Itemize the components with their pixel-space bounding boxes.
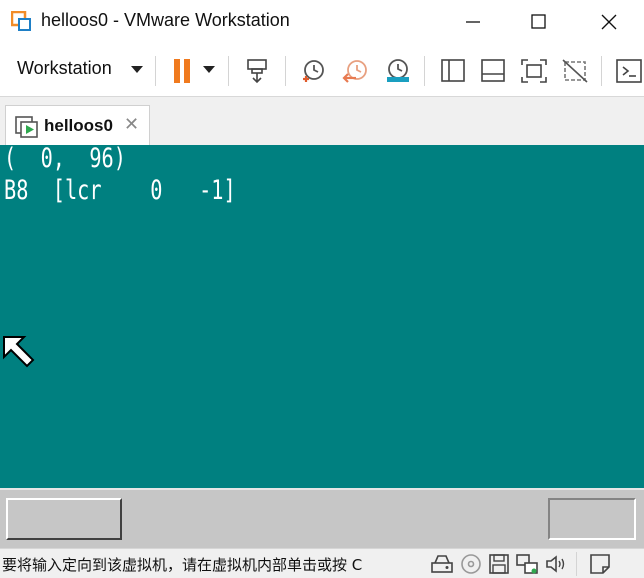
unity-icon	[562, 59, 588, 83]
pause-icon	[174, 59, 190, 83]
hard-disk-icon[interactable]	[430, 552, 454, 576]
vmware-app-icon	[11, 11, 31, 31]
console-view-icon	[481, 59, 505, 82]
show-library-button[interactable]	[435, 54, 469, 86]
sidebar-toggle-icon	[441, 59, 465, 82]
console-button[interactable]	[610, 54, 644, 86]
toolbar-separator	[424, 56, 425, 86]
close-window-button[interactable]	[586, 0, 632, 44]
guest-button-left[interactable]	[6, 498, 122, 540]
maximize-button[interactable]	[516, 0, 562, 44]
maximize-icon	[531, 14, 546, 29]
minimize-button[interactable]	[450, 0, 496, 44]
toolbar-separator	[155, 56, 156, 86]
tab-close-icon[interactable]: ✕	[124, 114, 139, 135]
snapshot-take-icon	[303, 60, 324, 82]
unity-button[interactable]	[557, 54, 591, 86]
chevron-down-icon[interactable]	[131, 66, 143, 74]
mouse-cursor-icon	[3, 336, 35, 368]
fullscreen-icon	[521, 59, 547, 83]
vm-console-screen[interactable]: ( 0, 96) B8 [lcr 0 -1]	[0, 145, 644, 488]
workstation-menu[interactable]: Workstation	[17, 58, 112, 79]
guest-button-right[interactable]	[548, 498, 636, 540]
message-log-icon[interactable]	[588, 552, 612, 576]
vm-running-icon	[15, 116, 38, 138]
title-bar: helloos0 - VMware Workstation	[0, 0, 644, 44]
toolbar-separator	[285, 56, 286, 86]
console-text-line: B8 [lcr 0 -1]	[4, 175, 236, 206]
cd-dvd-icon[interactable]	[459, 552, 483, 576]
pause-dropdown-icon[interactable]	[203, 66, 215, 74]
fullscreen-button[interactable]	[516, 54, 550, 86]
pause-button[interactable]	[166, 54, 200, 86]
close-icon	[601, 14, 617, 30]
console-icon	[616, 59, 642, 83]
network-adapter-icon[interactable]	[515, 552, 539, 576]
send-ctrl-alt-del-button[interactable]	[240, 54, 274, 86]
guest-taskbar	[0, 488, 644, 550]
status-bar: 要将输入定向到该虚拟机，请在虚拟机内部单击或按 C	[0, 548, 644, 578]
toolbar: Workstation	[0, 44, 644, 97]
minimize-icon	[466, 21, 480, 23]
status-separator	[576, 552, 577, 576]
snapshot-revert-icon	[342, 60, 367, 83]
tab-label: helloos0	[44, 116, 113, 135]
tab-strip: helloos0 ✕	[0, 97, 644, 145]
toolbar-separator	[228, 56, 229, 86]
console-text-line: ( 0, 96)	[4, 145, 126, 174]
send-ctrl-alt-del-icon	[247, 59, 267, 84]
console-view-button[interactable]	[475, 54, 509, 86]
status-message: 要将输入定向到该虚拟机，请在虚拟机内部单击或按 C	[2, 556, 363, 574]
toolbar-separator	[601, 56, 602, 86]
take-snapshot-button[interactable]	[296, 54, 330, 86]
floppy-icon[interactable]	[487, 552, 511, 576]
window-title: helloos0 - VMware Workstation	[41, 10, 290, 30]
revert-snapshot-button[interactable]	[338, 54, 372, 86]
tab-helloos0[interactable]: helloos0 ✕	[5, 105, 150, 145]
sound-icon[interactable]	[544, 552, 568, 576]
snapshot-manager-button[interactable]	[380, 54, 414, 86]
snapshot-manager-icon	[387, 59, 409, 82]
